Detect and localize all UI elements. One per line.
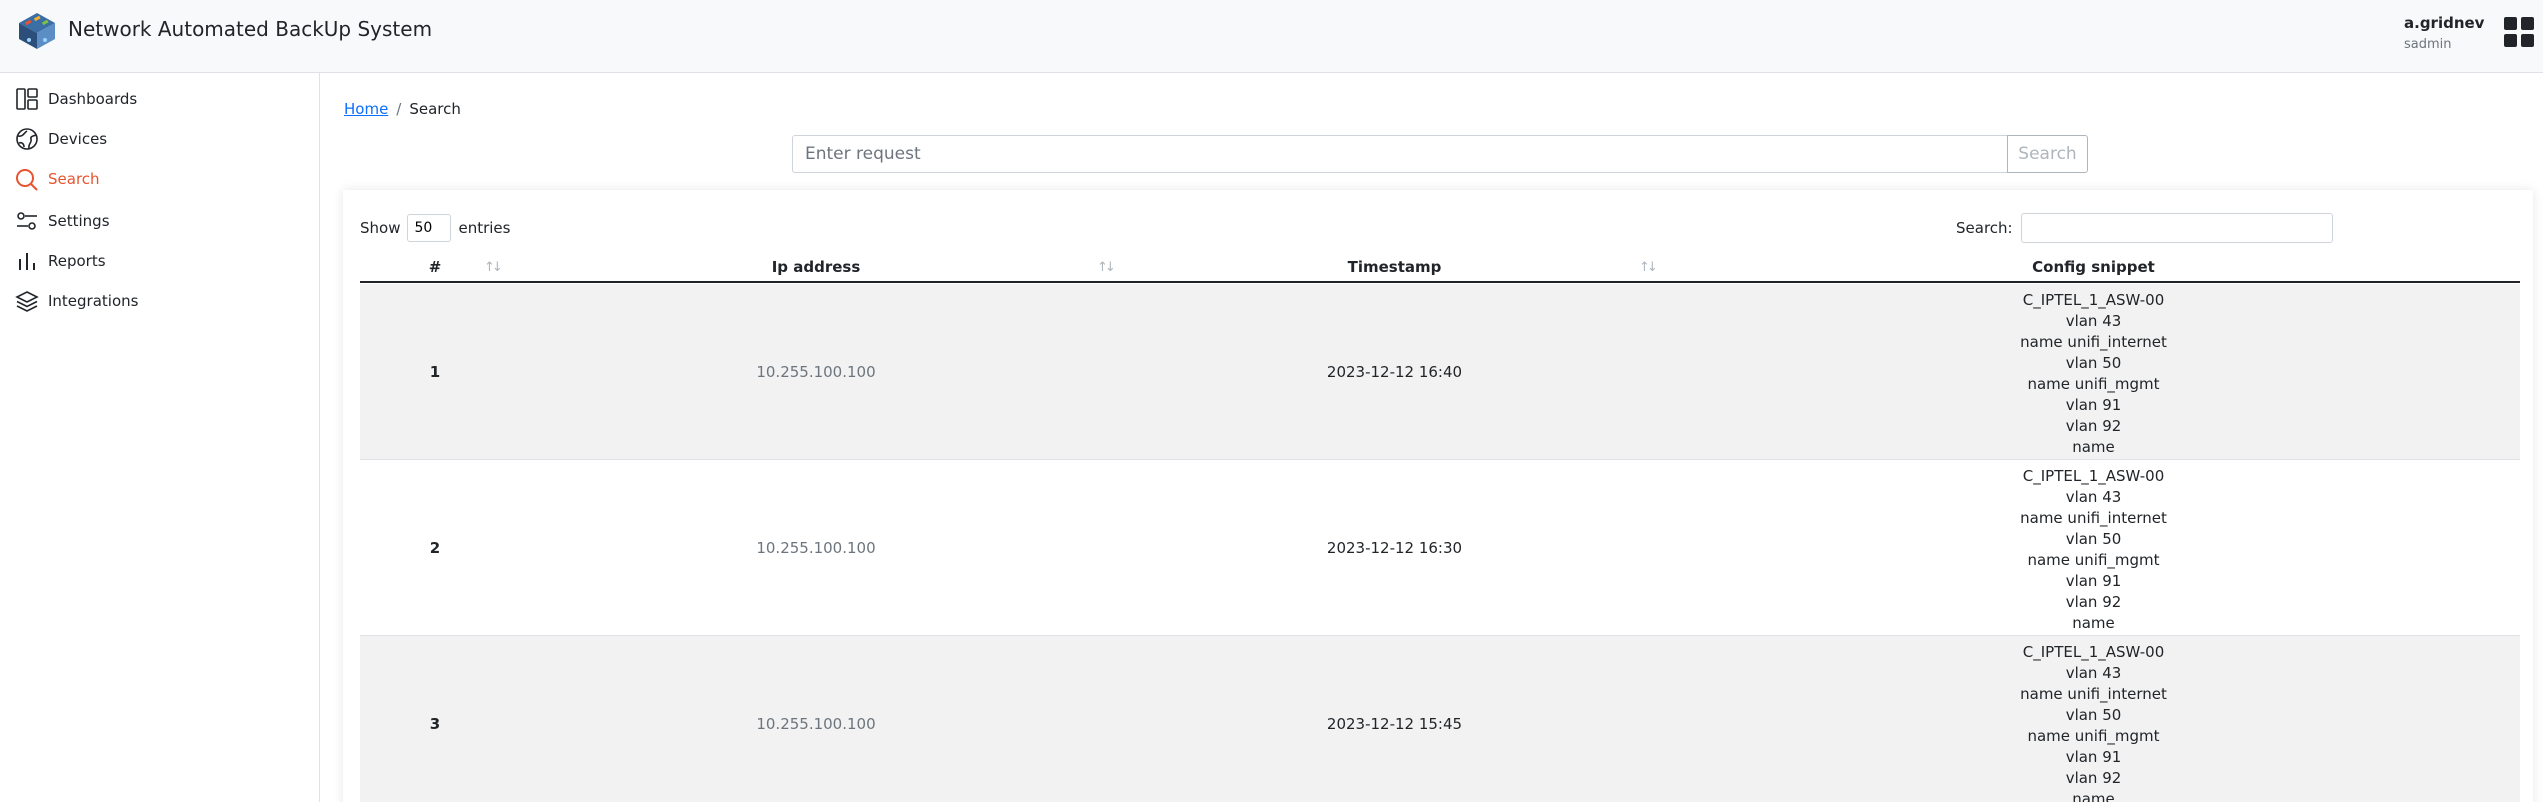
breadcrumb: Home / Search — [344, 100, 461, 118]
snippet-line: name unifi_internet — [2020, 333, 2167, 351]
snippet-line: name unifi_mgmt — [2027, 375, 2160, 393]
snippet-line: vlan 43 — [2065, 488, 2122, 506]
cell-num: 1 — [429, 363, 441, 381]
sidebar-item-integrations[interactable]: Integrations — [15, 286, 305, 316]
snippet-line: name unifi_internet — [2020, 509, 2167, 527]
app-title: Network Automated BackUp System — [68, 17, 433, 41]
column-header-timestamp[interactable]: Timestamp ↑↓ — [1122, 256, 1667, 283]
table-row[interactable]: 3 10.255.100.100 2023-12-12 15:45 C_IPTE… — [360, 636, 2520, 802]
search-icon — [16, 169, 38, 191]
table-header: # ↑↓ Ip address ↑↓ Timestamp ↑↓ Config s… — [360, 256, 2520, 283]
snippet-line: C_IPTEL_1_ASW-00 — [2022, 467, 2165, 485]
sidebar-item-settings[interactable]: Settings — [15, 206, 305, 236]
snippet-line: vlan 91 — [2065, 572, 2122, 590]
cell-timestamp: 2023-12-12 16:30 — [1326, 539, 1463, 557]
sort-icon: ↑↓ — [484, 260, 503, 275]
snippet-line: name unifi_mgmt — [2027, 551, 2160, 569]
snippet-line: name unifi_mgmt — [2027, 727, 2160, 745]
sidebar-item-devices[interactable]: Devices — [15, 124, 305, 154]
entries-label: entries — [458, 219, 511, 237]
user-name: a.gridnev — [2404, 14, 2485, 32]
snippet-line: vlan 50 — [2065, 530, 2122, 548]
layers-icon — [15, 291, 39, 312]
sidebar-item-label: Dashboards — [48, 90, 138, 108]
sidebar-item-dashboards[interactable]: Dashboards — [15, 84, 305, 114]
cell-timestamp: 2023-12-12 15:45 — [1326, 715, 1463, 733]
globe-icon — [16, 128, 38, 150]
column-header-label: # — [428, 258, 442, 276]
cell-num: 2 — [429, 539, 441, 557]
breadcrumb-current: Search — [409, 100, 461, 118]
snippet-line: vlan 91 — [2065, 748, 2122, 766]
sidebar-item-label: Devices — [48, 130, 108, 148]
show-entries: Show 50 entries — [360, 214, 510, 242]
snippet-line: name — [2072, 614, 2115, 632]
table-search-input[interactable] — [2020, 213, 2333, 243]
cell-config-snippet: C_IPTEL_1_ASW-00 vlan 43 name unifi_inte… — [1667, 642, 2520, 802]
snippet-line: C_IPTEL_1_ASW-00 — [2022, 643, 2165, 661]
sidebar-item-label: Search — [48, 170, 100, 188]
breadcrumb-home-link[interactable]: Home — [344, 100, 388, 118]
cell-ip: 10.255.100.100 — [756, 363, 876, 381]
table-row[interactable]: 2 10.255.100.100 2023-12-12 16:30 C_IPTE… — [360, 460, 2520, 636]
sidebar-item-label: Reports — [48, 252, 106, 270]
sidebar-item-label: Integrations — [48, 292, 139, 310]
entries-select[interactable]: 50 — [407, 214, 452, 242]
table-search-label: Search: — [1956, 219, 2013, 237]
sidebar-item-label: Settings — [48, 212, 110, 230]
top-header: Network Automated BackUp System a.gridne… — [0, 0, 2543, 73]
column-header-label: Ip address — [771, 258, 861, 276]
sort-icon: ↑↓ — [1097, 260, 1116, 275]
show-label: Show — [360, 219, 401, 237]
snippet-line: vlan 50 — [2065, 706, 2122, 724]
apps-grid-icon[interactable] — [2504, 17, 2535, 48]
app-logo-icon[interactable] — [15, 9, 59, 53]
user-menu[interactable]: a.gridnev sadmin — [2404, 14, 2484, 52]
request-input[interactable] — [792, 135, 2008, 173]
table-search: Search: — [1956, 213, 2333, 243]
table-row[interactable]: 1 10.255.100.100 2023-12-12 16:40 C_IPTE… — [360, 284, 2520, 460]
settings-sliders-icon — [17, 212, 37, 230]
column-header-label: Timestamp — [1347, 258, 1442, 276]
snippet-line: vlan 92 — [2065, 417, 2122, 435]
snippet-line: vlan 92 — [2065, 593, 2122, 611]
breadcrumb-separator: / — [396, 100, 402, 118]
snippet-line: C_IPTEL_1_ASW-00 — [2022, 291, 2165, 309]
dashboard-icon — [16, 88, 38, 110]
request-search-button[interactable]: Search — [2007, 135, 2088, 173]
sidebar-item-reports[interactable]: Reports — [15, 246, 305, 276]
snippet-line: name — [2072, 790, 2115, 802]
column-header-num[interactable]: # ↑↓ — [360, 256, 510, 283]
snippet-line: vlan 50 — [2065, 354, 2122, 372]
sidebar: Dashboards Devices Search Settings Repor… — [0, 73, 320, 802]
bar-chart-icon — [19, 253, 35, 270]
column-header-ip[interactable]: Ip address ↑↓ — [510, 256, 1122, 283]
snippet-line: name — [2072, 438, 2115, 456]
cell-num: 3 — [429, 715, 441, 733]
cell-config-snippet: C_IPTEL_1_ASW-00 vlan 43 name unifi_inte… — [1667, 290, 2520, 458]
column-header-label: Config snippet — [2032, 258, 2155, 276]
snippet-line: vlan 43 — [2065, 664, 2122, 682]
column-header-snippet: Config snippet — [1667, 256, 2520, 283]
cell-ip: 10.255.100.100 — [756, 715, 876, 733]
user-role: sadmin — [2404, 37, 2452, 52]
snippet-line: vlan 91 — [2065, 396, 2122, 414]
snippet-line: vlan 92 — [2065, 769, 2122, 787]
snippet-line: vlan 43 — [2065, 312, 2122, 330]
sidebar-item-search[interactable]: Search — [15, 164, 305, 194]
sort-icon: ↑↓ — [1639, 260, 1658, 275]
cell-timestamp: 2023-12-12 16:40 — [1326, 363, 1463, 381]
snippet-line: name unifi_internet — [2020, 685, 2167, 703]
cell-config-snippet: C_IPTEL_1_ASW-00 vlan 43 name unifi_inte… — [1667, 466, 2520, 634]
cell-ip: 10.255.100.100 — [756, 539, 876, 557]
